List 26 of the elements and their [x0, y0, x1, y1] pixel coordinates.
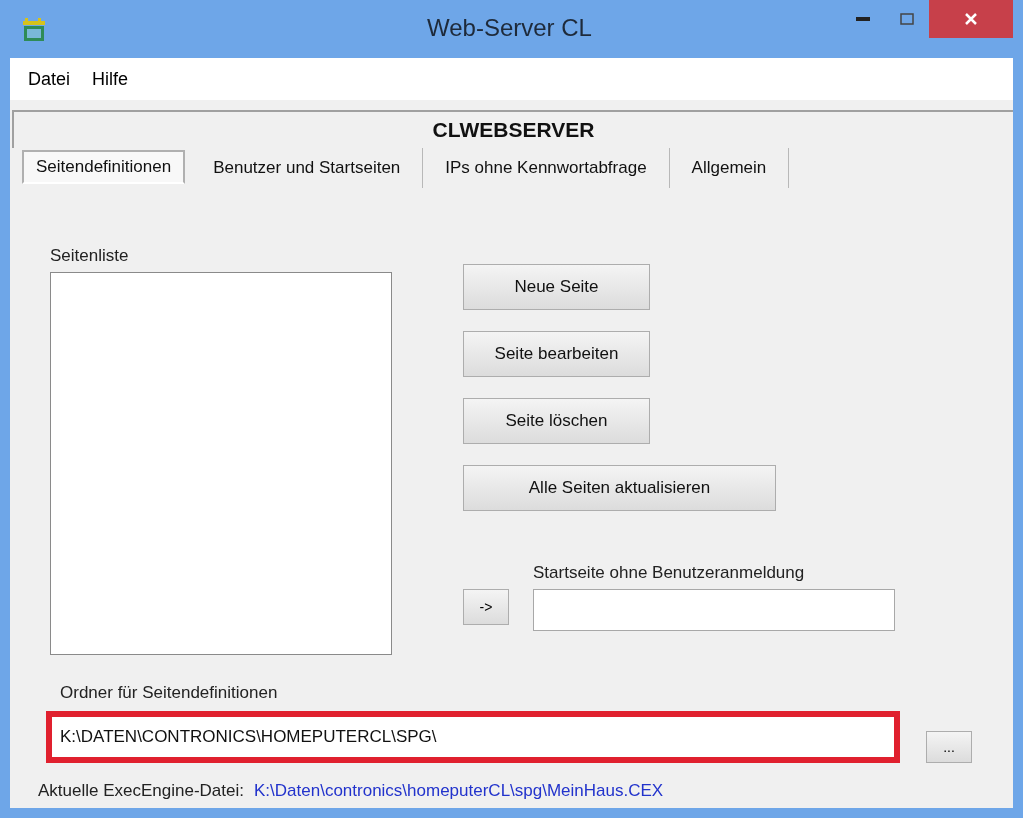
- field-label: Ordner für Seitendefinitionen: [60, 683, 279, 703]
- minimize-icon: [856, 17, 870, 21]
- start-page-field[interactable]: [533, 589, 895, 631]
- action-button[interactable]: Alle Seiten aktualisieren: [463, 465, 776, 511]
- close-icon: [964, 12, 978, 26]
- field-label: Startseite ohne Benutzeranmeldung: [533, 563, 806, 583]
- menu-item[interactable]: Hilfe: [92, 68, 129, 90]
- menu-item[interactable]: Datei: [28, 68, 71, 90]
- tab[interactable]: Seitendefinitionen: [22, 150, 186, 184]
- window-title: Web-Server CL: [426, 14, 593, 42]
- app-icon: [22, 18, 46, 42]
- tab[interactable]: IPs ohne Kennwortabfrage: [423, 148, 670, 188]
- exec-engine-label: Aktuelle ExecEngine-Datei:: [38, 781, 244, 801]
- list-label: Seitenliste: [50, 246, 130, 266]
- section-header: CLWEBSERVER: [12, 110, 1013, 148]
- maximize-icon: [900, 13, 914, 25]
- action-button[interactable]: Seite bearbeiten: [463, 331, 650, 377]
- browse-button[interactable]: ...: [926, 731, 972, 763]
- exec-engine-path: K:\Daten\contronics\homeputerCL\spg\MeinHaus.CEX: [254, 781, 664, 801]
- arrow-button[interactable]: ->: [463, 589, 509, 625]
- folder-field[interactable]: K:\DATEN\CONTRONICS\HOMEPUTERCL\SPG\: [46, 711, 900, 763]
- tab[interactable]: Allgemein: [669, 148, 790, 188]
- close-button[interactable]: [929, 0, 1013, 38]
- action-button[interactable]: Neue Seite: [463, 264, 650, 310]
- tab[interactable]: Benutzer und Startseiten: [191, 148, 424, 188]
- action-button[interactable]: Seite löschen: [463, 398, 650, 444]
